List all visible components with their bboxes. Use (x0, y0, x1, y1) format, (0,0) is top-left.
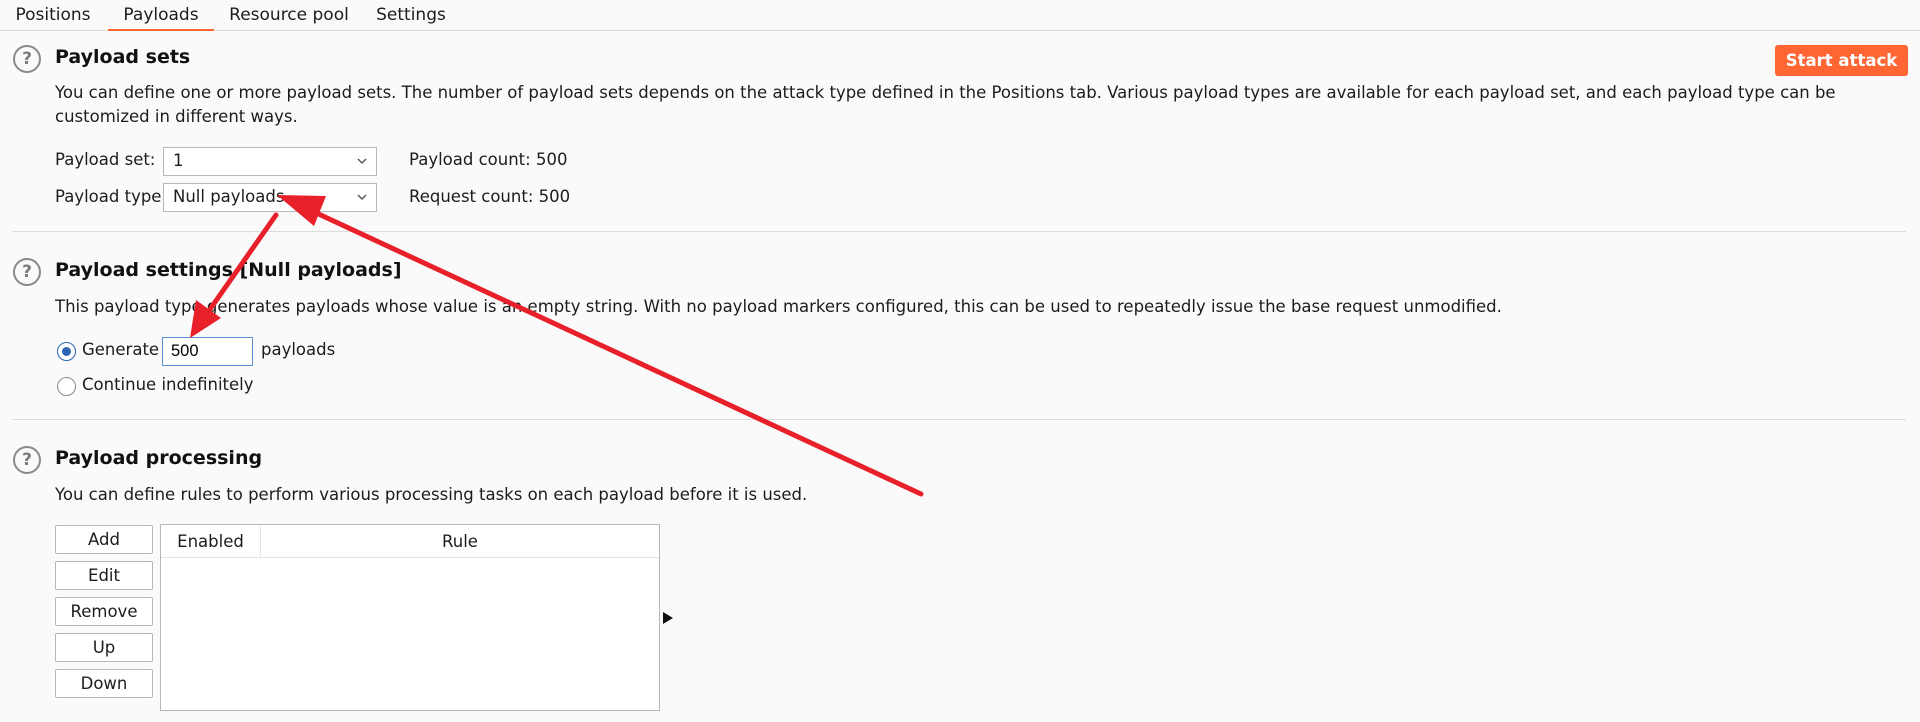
continue-indefinitely-radio[interactable] (57, 377, 76, 396)
payload-type-select[interactable]: Null payloads (163, 183, 377, 212)
section-divider (12, 231, 1906, 232)
add-button[interactable]: Add (55, 525, 153, 554)
tab-positions[interactable]: Positions (12, 0, 94, 31)
generate-label: Generate (82, 340, 160, 359)
play-arrow-icon[interactable] (662, 611, 674, 625)
tab-payloads[interactable]: Payloads (108, 0, 214, 31)
down-button[interactable]: Down (55, 669, 153, 698)
remove-button[interactable]: Remove (55, 597, 153, 626)
tab-settings[interactable]: Settings (372, 0, 450, 31)
question-circle-icon[interactable]: ? (13, 446, 41, 474)
payload-settings-description: This payload type generates payloads who… (55, 297, 1502, 316)
payload-processing-title: Payload processing (55, 447, 263, 469)
tab-bar: Positions Payloads Resource pool Setting… (0, 0, 1920, 31)
payload-count-label: Payload count: 500 (409, 150, 568, 169)
payload-sets-description: You can define one or more payload sets.… (55, 83, 1836, 126)
column-header-enabled[interactable]: Enabled (161, 525, 261, 558)
payload-set-value: 1 (173, 151, 184, 170)
annotation-arrow-to-dropdown (277, 195, 924, 497)
up-button[interactable]: Up (55, 633, 153, 662)
tab-resource-pool[interactable]: Resource pool (228, 0, 350, 31)
question-circle-icon[interactable]: ? (13, 258, 41, 286)
request-count-label: Request count: 500 (409, 187, 571, 206)
column-header-rule[interactable]: Rule (261, 525, 659, 558)
generate-count-input[interactable] (162, 337, 253, 366)
payload-set-select[interactable]: 1 (163, 147, 377, 176)
edit-button[interactable]: Edit (55, 561, 153, 590)
processing-rules-table[interactable]: Enabled Rule (160, 524, 660, 711)
payload-count-value: 500 (535, 150, 568, 169)
payload-processing-description: You can define rules to perform various … (55, 485, 808, 504)
payload-set-label: Payload set: (55, 150, 156, 169)
request-count-value: 500 (538, 187, 571, 206)
start-attack-button[interactable]: Start attack (1775, 45, 1908, 76)
continue-indefinitely-label: Continue indefinitely (82, 375, 254, 394)
question-circle-icon[interactable]: ? (13, 45, 41, 73)
payload-sets-title: Payload sets (55, 46, 191, 68)
payload-type-label: Payload type: (55, 187, 168, 206)
chevron-down-icon (357, 158, 367, 164)
payloads-suffix-label: payloads (261, 340, 336, 359)
chevron-down-icon (357, 194, 367, 200)
generate-radio[interactable] (57, 342, 76, 361)
payload-type-value: Null payloads (173, 187, 285, 206)
payload-settings-title: Payload settings [Null payloads] (55, 259, 402, 281)
section-divider (12, 419, 1906, 420)
